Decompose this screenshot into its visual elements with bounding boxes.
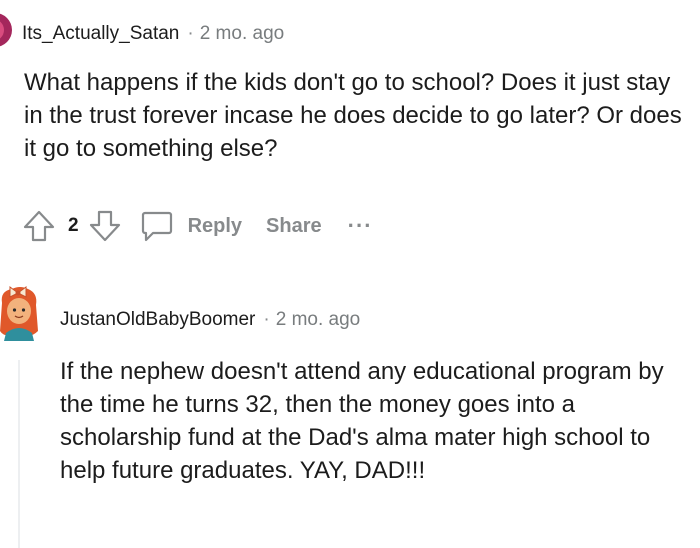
speech-bubble-icon — [141, 211, 172, 242]
reply-label: Reply — [187, 214, 243, 237]
username[interactable]: Its_Actually_Satan — [22, 23, 179, 44]
upvote-arrow-icon[interactable] — [22, 209, 56, 243]
comment-meta: Its_Actually_Satan · 2 mo. ago — [22, 22, 284, 46]
thread-collapse-line[interactable] — [18, 360, 20, 548]
meta-separator: · — [187, 23, 194, 44]
meta-separator: · — [263, 309, 270, 330]
avatar[interactable] — [0, 283, 42, 341]
reply-button[interactable]: Reply — [140, 209, 242, 243]
timestamp[interactable]: 2 mo. ago — [200, 23, 285, 44]
comment-text: If the nephew doesn't attend any educati… — [60, 358, 664, 484]
timestamp[interactable]: 2 mo. ago — [276, 309, 361, 330]
share-button[interactable]: Share — [266, 215, 322, 238]
vote-count: 2 — [68, 215, 79, 236]
comment-body: If the nephew doesn't attend any educati… — [60, 355, 690, 487]
comment-body: What happens if the kids don't go to sch… — [24, 66, 694, 165]
avatar[interactable] — [0, 13, 12, 47]
ellipsis-icon[interactable]: ··· — [348, 213, 373, 239]
username[interactable]: JustanOldBabyBoomer — [60, 309, 255, 330]
downvote-arrow-icon[interactable] — [88, 209, 122, 243]
comment-text: What happens if the kids don't go to sch… — [24, 69, 682, 162]
comment-meta: JustanOldBabyBoomer · 2 mo. ago — [60, 308, 360, 332]
comment-actions: 2 Reply Share ··· — [22, 206, 373, 246]
comment-thread: Its_Actually_Satan · 2 mo. ago What happen… — [0, 0, 700, 548]
